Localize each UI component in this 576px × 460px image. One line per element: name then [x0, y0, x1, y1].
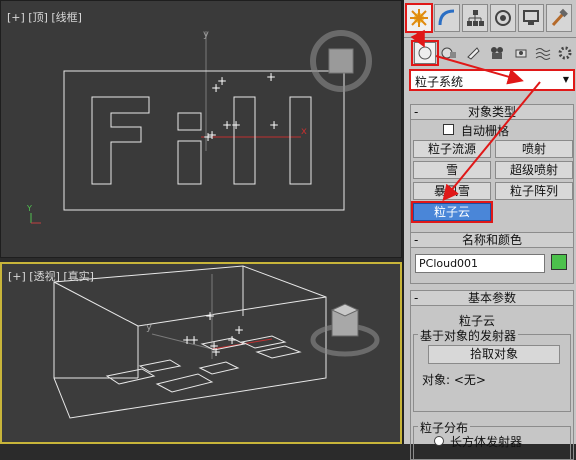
lights-button[interactable] — [462, 42, 484, 64]
object-color-swatch[interactable] — [551, 254, 567, 270]
wave-icon — [535, 48, 551, 60]
highlight-category-dropdown — [409, 69, 575, 91]
helpers-button[interactable] — [510, 42, 532, 64]
svg-text:x: x — [301, 126, 307, 137]
command-panel: 粒子系统 ▼ - 对象类型 自动栅格 粒子流源 喷射 雪 超级喷射 暴风雪 粒子… — [402, 0, 576, 460]
perspective-viewport-canvas: y +++ ++++ — [53, 265, 380, 419]
pf-source-button[interactable]: 粒子流源 — [413, 140, 491, 158]
svg-text:y: y — [146, 322, 152, 333]
basic-params-rollout: - 基本参数 粒子云 基于对象的发射器 拾取对象 对象: <无> 粒子分布 长方… — [410, 290, 574, 460]
display-icon — [523, 10, 539, 25]
collapse-icon: - — [414, 105, 419, 119]
motion-tab[interactable] — [490, 4, 516, 32]
svg-text:+: + — [227, 333, 237, 347]
object-type-title: 对象类型 — [467, 105, 516, 119]
snow-button[interactable]: 雪 — [413, 161, 491, 179]
particle-array-button[interactable]: 粒子阵列 — [495, 182, 573, 200]
highlight-geometry-button — [411, 40, 439, 66]
highlight-create-tab — [405, 3, 433, 33]
spacewarps-button[interactable] — [532, 42, 554, 64]
spray-button[interactable]: 喷射 — [495, 140, 573, 158]
utilities-tab[interactable] — [546, 4, 572, 32]
autogrid-label: 自动栅格 — [461, 124, 510, 138]
object-type-body: 自动栅格 粒子流源 喷射 雪 超级喷射 暴风雪 粒子阵列 粒子云 — [410, 120, 574, 240]
emitter-group-label: 基于对象的发射器 — [418, 327, 519, 344]
svg-text:+: + — [231, 118, 241, 132]
object-emitter-group: 基于对象的发射器 拾取对象 对象: <无> — [413, 327, 571, 412]
autogrid-checkbox[interactable] — [443, 124, 454, 135]
systems-button[interactable] — [554, 42, 576, 64]
viewcube-top — [310, 30, 372, 92]
name-color-rollout: - 名称和颜色 PCloud001 — [410, 232, 574, 284]
basic-params-title: 基本参数 — [467, 291, 516, 305]
hierarchy-icon — [467, 10, 484, 26]
object-value-label: 对象: <无> — [422, 373, 486, 387]
blizzard-button[interactable]: 暴风雪 — [413, 182, 491, 200]
distribution-group: 粒子分布 长方体发射器 — [413, 419, 571, 460]
svg-text:+: + — [211, 81, 221, 95]
basic-params-header[interactable]: - 基本参数 — [410, 290, 574, 306]
super-spray-button[interactable]: 超级喷射 — [495, 161, 573, 179]
box-emitter-radio[interactable] — [434, 436, 444, 446]
shapes-button[interactable] — [438, 42, 460, 64]
box-emitter-label: 长方体发射器 — [450, 435, 523, 449]
hammer-icon — [551, 8, 568, 27]
shapes-icon — [441, 47, 456, 59]
name-color-header[interactable]: - 名称和颜色 — [410, 232, 574, 248]
svg-text:y: y — [203, 29, 209, 40]
svg-text:+: + — [269, 118, 279, 132]
basic-params-body: 粒子云 基于对象的发射器 拾取对象 对象: <无> 粒子分布 长方体发射器 — [410, 306, 574, 460]
viewport-label-perspective[interactable]: [+] [透视] [真实] — [8, 268, 94, 284]
command-panel-tabs — [404, 0, 576, 38]
top-viewport-canvas: y x +++ ++ + ++ Y — [26, 29, 372, 224]
collapse-icon: - — [414, 233, 419, 247]
helper-icon — [515, 49, 527, 58]
collapse-icon: - — [414, 291, 419, 305]
object-type-header[interactable]: - 对象类型 — [410, 104, 574, 120]
axis-tripod-top: Y — [26, 204, 41, 224]
highlight-particle-cloud-button — [411, 201, 493, 223]
create-subcategory-row — [404, 40, 576, 68]
viewport-label-top[interactable]: [+] [顶] [线框] — [7, 9, 82, 25]
svg-text:+: + — [203, 130, 213, 144]
name-color-title: 名称和颜色 — [461, 233, 522, 247]
display-tab[interactable] — [518, 4, 544, 32]
svg-text:+: + — [205, 309, 215, 323]
pick-object-button[interactable]: 拾取对象 — [428, 345, 560, 364]
motion-icon — [495, 10, 511, 26]
modify-tab[interactable] — [434, 4, 460, 32]
svg-text:+: + — [222, 118, 232, 132]
svg-text:+: + — [266, 70, 276, 84]
hierarchy-tab[interactable] — [462, 4, 488, 32]
top-viewport[interactable]: y x + + + + + + + + Y [+] [顶] [线框] — [0, 0, 402, 258]
svg-text:+: + — [189, 333, 199, 347]
gear-icon — [558, 46, 572, 60]
svg-text:Y: Y — [26, 204, 32, 213]
light-icon — [467, 47, 480, 60]
perspective-viewport[interactable]: y + + + + + + + [+] [透视] [真实] — [0, 262, 402, 444]
camera-icon — [491, 47, 503, 59]
viewcube-perspective — [310, 303, 380, 357]
object-type-rollout: - 对象类型 自动栅格 粒子流源 喷射 雪 超级喷射 暴风雪 粒子阵列 粒子云 — [410, 104, 574, 240]
modify-icon — [438, 9, 455, 26]
svg-text:+: + — [211, 345, 221, 359]
object-name-field[interactable]: PCloud001 — [415, 254, 545, 273]
name-color-body: PCloud001 — [410, 248, 574, 284]
cameras-button[interactable] — [486, 42, 508, 64]
